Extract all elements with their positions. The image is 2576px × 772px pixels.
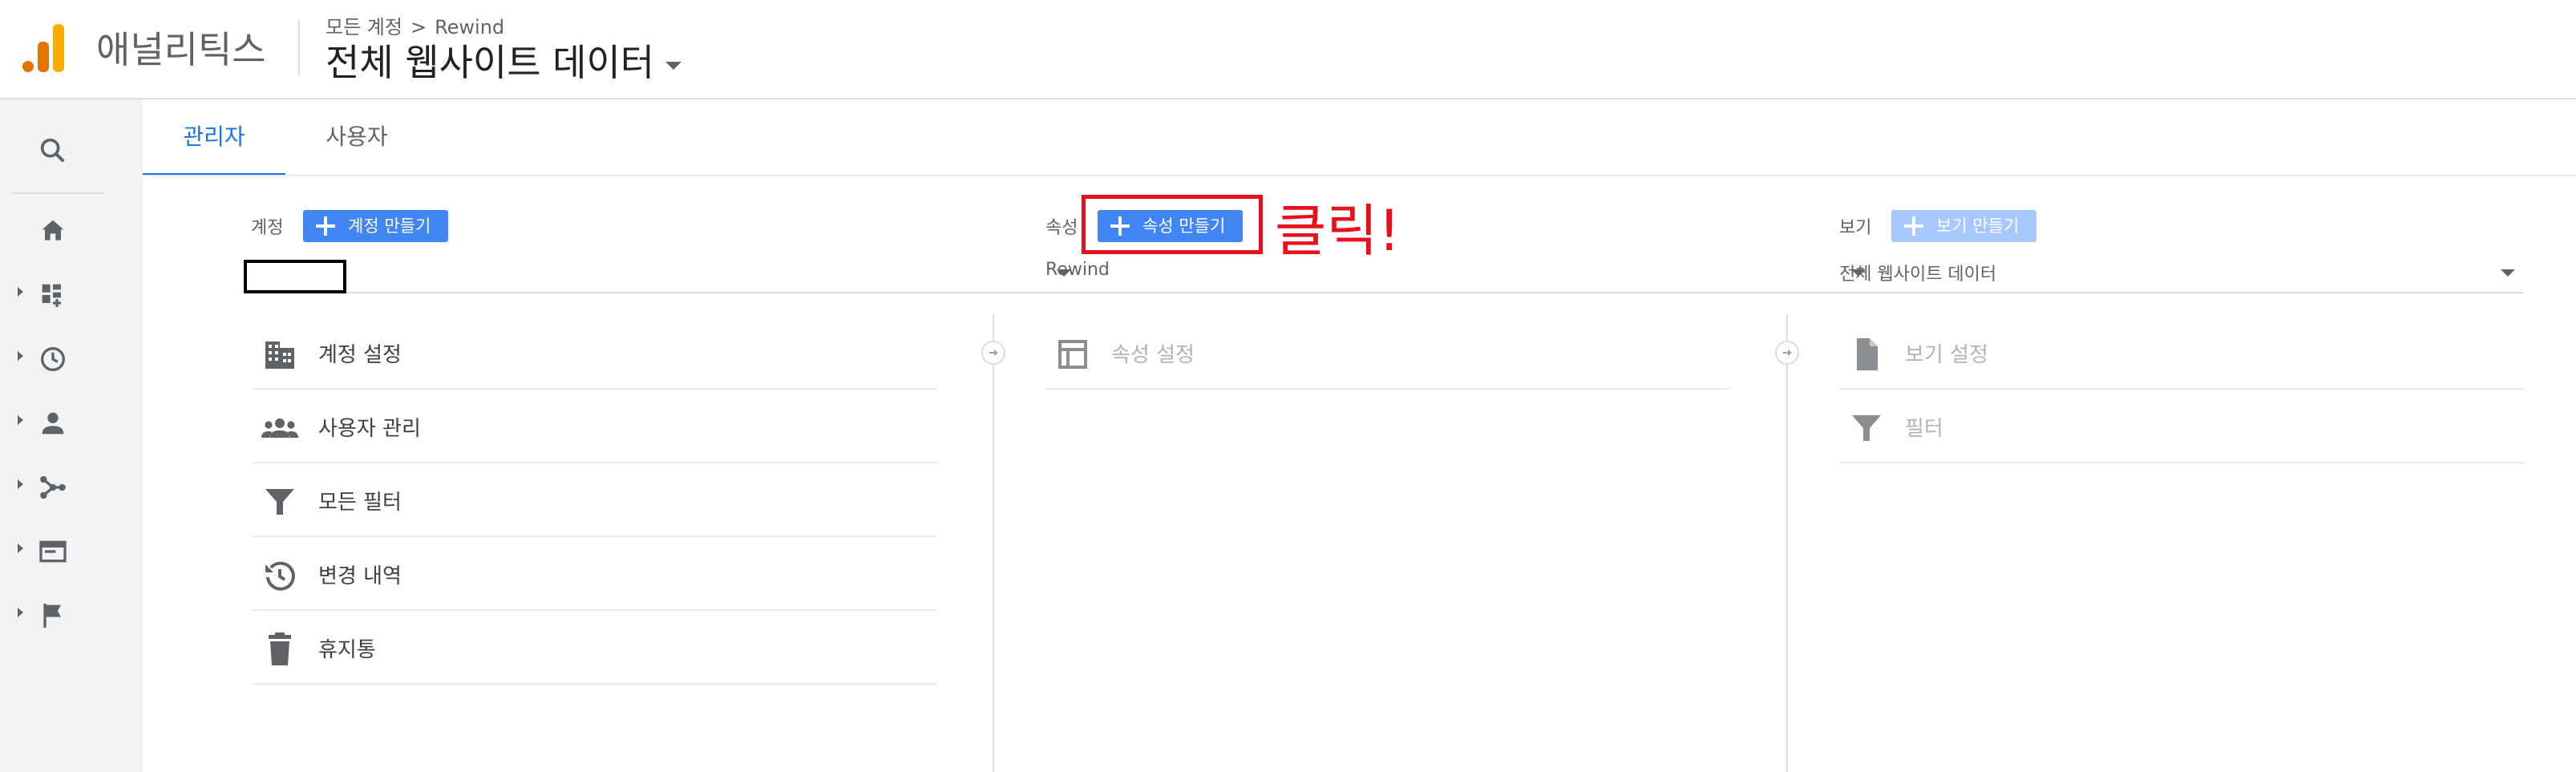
column-connector — [1775, 341, 1799, 365]
nav-search[interactable] — [0, 123, 106, 172]
create-view-button[interactable]: 보기 만들기 — [1891, 210, 2037, 242]
trash-item[interactable]: 휴지통 — [253, 611, 937, 685]
view-filters-item[interactable]: 필터 — [1839, 390, 2524, 463]
create-account-label: 계정 만들기 — [348, 216, 431, 236]
nav-acquisition[interactable] — [0, 460, 106, 508]
expand-arrow-icon — [18, 351, 23, 361]
user-management-label: 사용자 관리 — [318, 417, 421, 441]
tab-user[interactable]: 사용자 — [285, 99, 428, 175]
home-icon — [42, 220, 64, 240]
view-settings-item[interactable]: 보기 설정 — [1839, 316, 2524, 390]
left-nav — [0, 99, 106, 772]
acquisition-icon — [40, 475, 66, 499]
view-column-label: 보기 — [1839, 218, 1872, 238]
nav-realtime[interactable] — [0, 332, 106, 380]
filter-icon — [1852, 415, 1881, 441]
all-filters-item[interactable]: 모든 필터 — [253, 463, 937, 537]
view-filters-label: 필터 — [1905, 417, 1943, 441]
top-bar: 애널리틱스 모든 계정 > Rewind 전체 웹사이트 데이터 — [0, 0, 2576, 99]
tab-admin[interactable]: 관리자 — [143, 99, 285, 176]
flag-icon — [43, 604, 61, 628]
product-name: 애널리틱스 — [96, 28, 266, 71]
account-column-label: 계정 — [251, 218, 284, 238]
column-divider — [993, 314, 994, 772]
change-history-label: 변경 내역 — [318, 564, 402, 588]
analytics-logo-icon[interactable] — [22, 24, 64, 72]
view-selector-dropdown[interactable]: 전체 웹사이트 데이터 — [1839, 257, 2523, 293]
people-icon — [261, 418, 298, 438]
tab-divider — [143, 175, 2576, 176]
browser-window-icon — [39, 540, 67, 563]
nav-customization[interactable] — [0, 268, 106, 316]
filter-icon — [265, 489, 294, 515]
view-selector-value: 전체 웹사이트 데이터 — [1839, 265, 1997, 285]
expand-arrow-icon — [18, 287, 23, 297]
column-divider — [1786, 314, 1788, 772]
create-account-button[interactable]: 계정 만들기 — [303, 210, 449, 242]
expand-arrow-icon — [18, 608, 23, 617]
view-settings-label: 보기 설정 — [1905, 343, 1988, 367]
nav-behavior[interactable] — [0, 524, 106, 572]
arrow-right-icon — [989, 350, 998, 356]
nav-home[interactable] — [0, 204, 106, 252]
clock-icon — [41, 347, 65, 371]
redacted-account-name — [244, 260, 346, 293]
dashboard-add-icon — [42, 284, 61, 307]
property-settings-item[interactable]: 속성 설정 — [1045, 316, 1730, 390]
click-highlight-box — [1082, 195, 1263, 254]
building-icon — [265, 342, 294, 369]
expand-arrow-icon — [18, 544, 23, 553]
caret-down-icon — [2501, 269, 2515, 277]
account-settings-label: 계정 설정 — [318, 343, 402, 367]
column-connector — [981, 341, 1005, 365]
property-column-label: 속성 — [1045, 218, 1078, 238]
history-icon — [265, 561, 295, 591]
trash-icon — [269, 633, 291, 665]
user-management-item[interactable]: 사용자 관리 — [253, 390, 937, 463]
document-icon — [1857, 338, 1878, 370]
plus-icon — [316, 216, 335, 236]
layout-icon — [1058, 340, 1087, 369]
property-settings-label: 속성 설정 — [1111, 343, 1195, 367]
topbar-divider — [298, 19, 300, 75]
plus-icon — [1904, 216, 1923, 236]
nav-conversions[interactable] — [0, 588, 106, 637]
account-selector[interactable] — [243, 257, 1079, 293]
search-icon — [40, 138, 65, 163]
arrow-right-icon — [1783, 350, 1792, 356]
nav-audience[interactable] — [0, 396, 106, 444]
click-annotation: 클릭! — [1275, 198, 1401, 264]
expand-arrow-icon — [18, 415, 23, 425]
change-history-item[interactable]: 변경 내역 — [253, 537, 937, 611]
view-title: 전체 웹사이트 데이터 — [326, 41, 655, 84]
caret-down-icon — [665, 61, 682, 70]
trash-label: 휴지통 — [318, 638, 376, 662]
expand-arrow-icon — [18, 479, 23, 489]
all-filters-label: 모든 필터 — [318, 491, 402, 515]
create-view-label: 보기 만들기 — [1936, 216, 2020, 236]
view-selector[interactable]: 전체 웹사이트 데이터 — [326, 34, 682, 87]
nav-divider — [11, 192, 104, 194]
property-selector-value: Rewind — [1045, 260, 1110, 280]
property-selector[interactable]: Rewind — [1045, 257, 1874, 293]
person-icon — [42, 412, 64, 435]
account-settings-item[interactable]: 계정 설정 — [253, 316, 937, 390]
